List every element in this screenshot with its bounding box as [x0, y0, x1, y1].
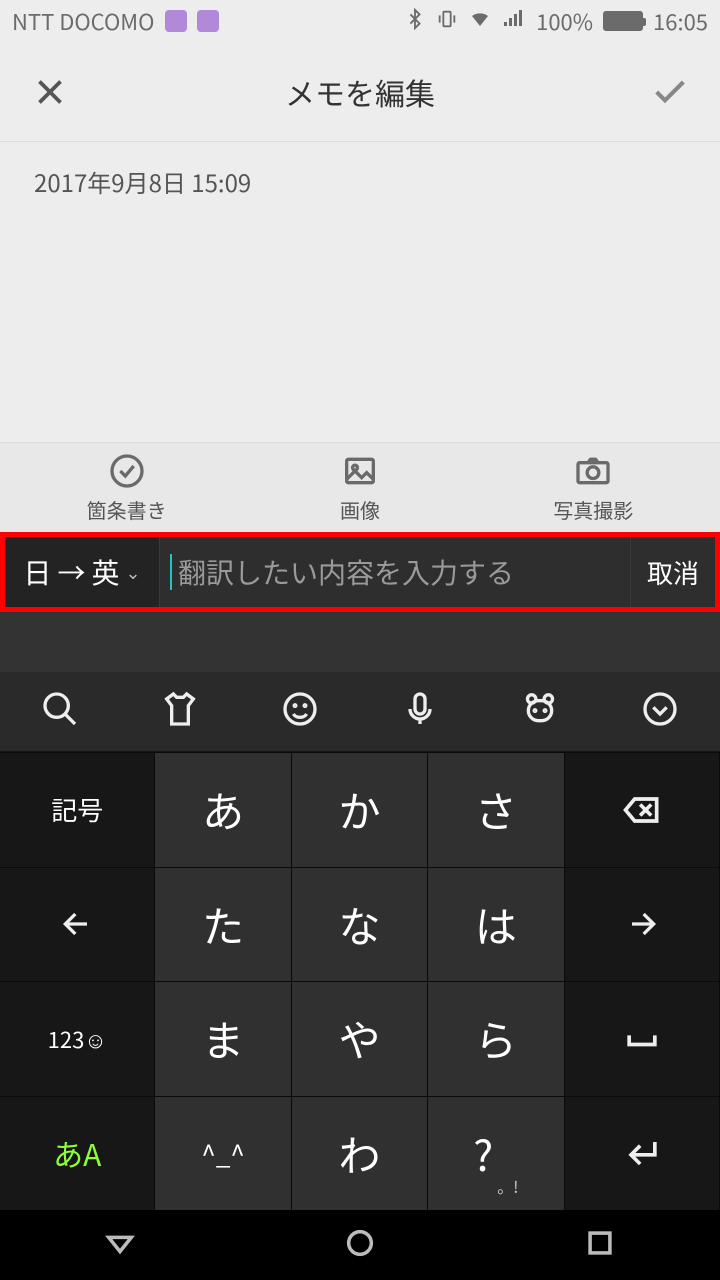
key-na[interactable]: な: [292, 867, 428, 982]
memo-date-label: 2017年9月8日 15:09: [34, 164, 686, 199]
close-button[interactable]: [28, 70, 72, 114]
ime-indicator2-icon: [197, 10, 219, 32]
lang-to-label: 英: [91, 552, 119, 592]
ime-keyboard: 記号 あ か さ た な は 123☺ ま や ら あA ^_^ わ ? 。!: [0, 752, 720, 1210]
text-cursor: [170, 554, 172, 590]
arrow-right-icon: [622, 904, 662, 944]
key-enter[interactable]: [565, 1096, 720, 1211]
memo-toolbar: 箇条書き 画像 写真撮影: [0, 442, 720, 532]
space-icon: [620, 1017, 664, 1061]
key-input-mode[interactable]: あA: [0, 1096, 155, 1211]
mic-icon[interactable]: [400, 689, 440, 734]
arrow-left-icon: [57, 904, 97, 944]
battery-icon: [603, 11, 643, 31]
wifi-icon: [468, 5, 492, 37]
chevron-down-icon: ⌄: [125, 559, 140, 585]
key-ta[interactable]: た: [155, 867, 291, 982]
signal-icon: [502, 5, 526, 37]
nav-back-button[interactable]: [103, 1226, 137, 1265]
image-icon: [340, 451, 380, 491]
key-ya[interactable]: や: [292, 981, 428, 1096]
battery-pct-label: 100%: [536, 5, 593, 37]
key-kaomoji[interactable]: ^_^: [155, 1096, 291, 1211]
bluetooth-icon: [404, 5, 426, 37]
page-title: メモを編集: [285, 70, 435, 114]
cancel-label: 取消: [647, 554, 699, 591]
translate-bar: 日 → 英 ⌄ 取消: [0, 532, 720, 612]
nav-home-button[interactable]: [343, 1226, 377, 1265]
key-backspace[interactable]: [565, 752, 720, 867]
key-ra[interactable]: ら: [428, 981, 564, 1096]
app-header: メモを編集: [0, 42, 720, 142]
translate-input-field[interactable]: [178, 552, 620, 592]
key-space[interactable]: [565, 981, 720, 1096]
key-ka[interactable]: か: [292, 752, 428, 867]
carrier-label: NTT DOCOMO: [12, 5, 155, 37]
ime-indicator-icon: [165, 10, 187, 32]
clock-label: 16:05: [653, 5, 708, 37]
status-bar: NTT DOCOMO 100% 16:05: [0, 0, 720, 42]
key-punct[interactable]: ? 。!: [428, 1096, 564, 1211]
ime-suggestion-strip: [0, 612, 720, 672]
bear-icon[interactable]: [520, 689, 560, 734]
translate-cancel-button[interactable]: 取消: [630, 537, 715, 607]
smiley-icon[interactable]: [280, 689, 320, 734]
bullet-tool[interactable]: 箇条書き: [87, 451, 167, 524]
language-selector[interactable]: 日 → 英 ⌄: [5, 537, 160, 607]
confirm-button[interactable]: [648, 70, 692, 114]
memo-editor[interactable]: 2017年9月8日 15:09: [0, 142, 720, 442]
translate-input[interactable]: [160, 537, 630, 607]
image-tool[interactable]: 画像: [340, 451, 380, 524]
image-tool-label: 画像: [340, 495, 380, 524]
arrow-right-icon: →: [57, 552, 85, 592]
camera-icon: [573, 451, 613, 491]
key-left[interactable]: [0, 867, 155, 982]
backspace-icon: [620, 788, 664, 832]
bullet-tool-label: 箇条書き: [87, 495, 167, 524]
key-123[interactable]: 123☺: [0, 981, 155, 1096]
key-a[interactable]: あ: [155, 752, 291, 867]
ime-icon-row: [0, 672, 720, 752]
tshirt-icon[interactable]: [160, 689, 200, 734]
nav-recent-button[interactable]: [583, 1226, 617, 1265]
vibrate-icon: [436, 5, 458, 37]
check-circle-icon: [107, 451, 147, 491]
key-ma[interactable]: ま: [155, 981, 291, 1096]
lang-from-label: 日: [23, 552, 51, 592]
camera-tool-label: 写真撮影: [553, 495, 633, 524]
search-icon[interactable]: [40, 689, 80, 734]
key-ha[interactable]: は: [428, 867, 564, 982]
dropdown-icon[interactable]: [640, 689, 680, 734]
android-nav-bar: [0, 1210, 720, 1280]
key-sa[interactable]: さ: [428, 752, 564, 867]
camera-tool[interactable]: 写真撮影: [553, 451, 633, 524]
key-wa[interactable]: わ: [292, 1096, 428, 1211]
key-symbol[interactable]: 記号: [0, 752, 155, 867]
key-right[interactable]: [565, 867, 720, 982]
enter-icon: [620, 1131, 664, 1175]
